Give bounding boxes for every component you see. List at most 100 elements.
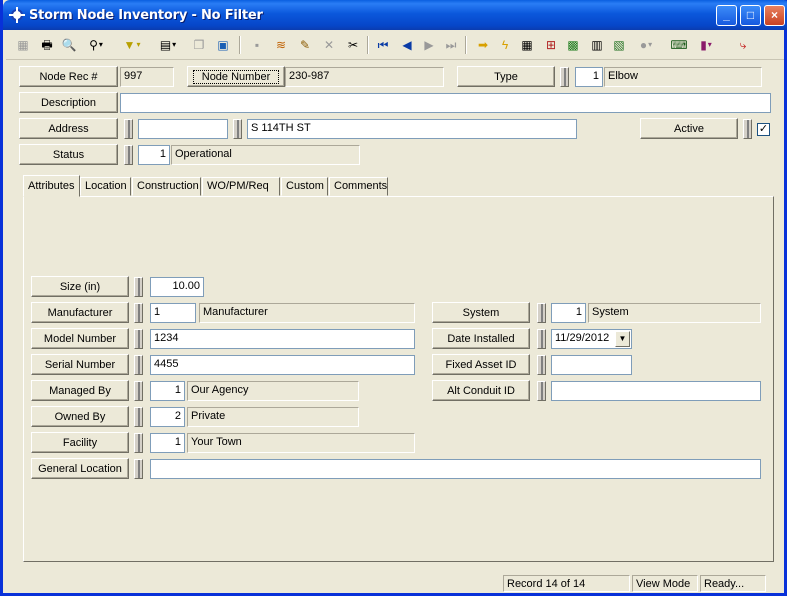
- fixed-asset-id-label[interactable]: Fixed Asset ID: [432, 354, 530, 375]
- status-label[interactable]: Status: [19, 144, 118, 165]
- stack-icon[interactable]: ≋: [271, 35, 291, 55]
- delete-icon[interactable]: ✕: [319, 35, 339, 55]
- size-field[interactable]: 10.00: [150, 277, 204, 297]
- tab-attributes[interactable]: Attributes: [23, 175, 80, 197]
- first-record-icon[interactable]: ⏮: [373, 35, 393, 55]
- paste-icon[interactable]: ▣: [213, 35, 233, 55]
- filter-icon[interactable]: ▼: [119, 35, 145, 55]
- tree-icon[interactable]: ⊞: [541, 35, 561, 55]
- system-marker[interactable]: [537, 303, 546, 323]
- general-location-field[interactable]: [150, 459, 761, 479]
- owned-by-label[interactable]: Owned By: [31, 406, 129, 427]
- model-number-marker[interactable]: [134, 329, 143, 349]
- save-icon[interactable]: ▪: [247, 35, 267, 55]
- fixed-asset-id-marker[interactable]: [537, 355, 546, 375]
- managed-by-code-field[interactable]: 1: [150, 381, 185, 401]
- size-marker[interactable]: [134, 277, 143, 297]
- active-marker[interactable]: [743, 119, 752, 139]
- managed-by-label[interactable]: Managed By: [31, 380, 129, 401]
- new-record-icon[interactable]: ▦: [13, 35, 33, 55]
- status-bar: Record 14 of 14 View Mode Ready...: [6, 574, 784, 593]
- print-icon[interactable]: 🖶: [37, 35, 57, 55]
- owned-by-code-field[interactable]: 2: [150, 407, 185, 427]
- managed-by-value-field: Our Agency: [187, 381, 359, 401]
- active-checkbox[interactable]: ✓: [757, 123, 770, 136]
- last-record-icon[interactable]: ⏭: [441, 35, 461, 55]
- type-value-field: Elbow: [604, 67, 762, 87]
- minimize-button[interactable]: _: [716, 5, 737, 26]
- status-value-field: Operational: [171, 145, 360, 165]
- maximize-button[interactable]: □: [740, 5, 761, 26]
- node-rec-label[interactable]: Node Rec #: [19, 66, 118, 87]
- date-installed-label[interactable]: Date Installed: [432, 328, 530, 349]
- owned-by-marker[interactable]: [134, 407, 143, 427]
- search-icon[interactable]: ⚲: [83, 35, 109, 55]
- type-label[interactable]: Type: [457, 66, 555, 87]
- type-code-field[interactable]: 1: [575, 67, 603, 87]
- tab-comments[interactable]: Comments: [329, 177, 388, 196]
- address-street-marker[interactable]: [233, 119, 242, 139]
- address-label[interactable]: Address: [19, 118, 118, 139]
- close-button[interactable]: ×: [764, 5, 785, 26]
- calculator-icon[interactable]: ▥: [587, 35, 607, 55]
- app-window: Storm Node Inventory - No Filter _ □ × ▦…: [0, 0, 787, 596]
- size-label[interactable]: Size (in): [31, 276, 129, 297]
- manufacturer-code-field[interactable]: 1: [150, 303, 196, 323]
- model-number-label[interactable]: Model Number: [31, 328, 129, 349]
- exit-icon[interactable]: ⤷: [733, 35, 753, 55]
- globe-icon[interactable]: ●: [631, 35, 661, 55]
- tab-custom[interactable]: Custom: [281, 177, 328, 196]
- description-label[interactable]: Description: [19, 92, 118, 113]
- manufacturer-marker[interactable]: [134, 303, 143, 323]
- address-street-field[interactable]: S 114TH ST: [247, 119, 577, 139]
- address-number-marker[interactable]: [124, 119, 133, 139]
- alt-conduit-id-field[interactable]: [551, 381, 761, 401]
- status-code-field[interactable]: 1: [138, 145, 170, 165]
- cut-icon[interactable]: ✂: [343, 35, 363, 55]
- fixed-asset-id-field[interactable]: [551, 355, 632, 375]
- window-title: Storm Node Inventory - No Filter: [29, 8, 263, 23]
- previous-record-icon[interactable]: ◀: [397, 35, 417, 55]
- type-lookup-marker[interactable]: [560, 67, 569, 87]
- books-icon[interactable]: ▮: [691, 35, 721, 55]
- alt-conduit-id-marker[interactable]: [537, 381, 546, 401]
- tab-wo-pm-req[interactable]: WO/PM/Req: [202, 177, 280, 196]
- system-label[interactable]: System: [432, 302, 530, 323]
- print-preview-icon[interactable]: 🔍: [59, 35, 79, 55]
- edit-icon[interactable]: ✎: [295, 35, 315, 55]
- tab-location[interactable]: Location: [80, 177, 131, 196]
- date-installed-field[interactable]: 11/29/2012 ▼: [551, 329, 632, 349]
- facility-code-field[interactable]: 1: [150, 433, 185, 453]
- system-code-field[interactable]: 1: [551, 303, 586, 323]
- lightning-icon[interactable]: ϟ: [495, 35, 515, 55]
- gis-icon[interactable]: ▩: [563, 35, 583, 55]
- facility-label[interactable]: Facility: [31, 432, 129, 453]
- copy-icon[interactable]: ❐: [189, 35, 209, 55]
- active-label[interactable]: Active: [640, 118, 738, 139]
- serial-number-label[interactable]: Serial Number: [31, 354, 129, 375]
- general-location-marker[interactable]: [134, 459, 143, 479]
- map-icon[interactable]: ▦: [517, 35, 537, 55]
- view-icon[interactable]: ▤: [155, 35, 181, 55]
- serial-number-marker[interactable]: [134, 355, 143, 375]
- facility-marker[interactable]: [134, 433, 143, 453]
- keyboard-icon[interactable]: ⌨: [669, 35, 689, 55]
- chevron-down-icon[interactable]: ▼: [615, 331, 630, 347]
- managed-by-marker[interactable]: [134, 381, 143, 401]
- tab-construction[interactable]: Construction: [132, 177, 201, 196]
- model-number-field[interactable]: 1234: [150, 329, 415, 349]
- address-number-field[interactable]: [138, 119, 228, 139]
- general-location-label[interactable]: General Location: [31, 458, 129, 479]
- app-icon: [9, 7, 25, 23]
- manufacturer-label[interactable]: Manufacturer: [31, 302, 129, 323]
- date-installed-marker[interactable]: [537, 329, 546, 349]
- status-lookup-marker[interactable]: [124, 145, 133, 165]
- node-number-label[interactable]: Node Number: [187, 66, 285, 87]
- node-rec-field: 997: [120, 67, 174, 87]
- layout-icon[interactable]: ▧: [609, 35, 629, 55]
- next-record-icon[interactable]: ▶: [419, 35, 439, 55]
- alt-conduit-id-label[interactable]: Alt Conduit ID: [432, 380, 530, 401]
- description-field[interactable]: [120, 93, 771, 113]
- go-to-icon[interactable]: ➡: [473, 35, 493, 55]
- serial-number-field[interactable]: 4455: [150, 355, 415, 375]
